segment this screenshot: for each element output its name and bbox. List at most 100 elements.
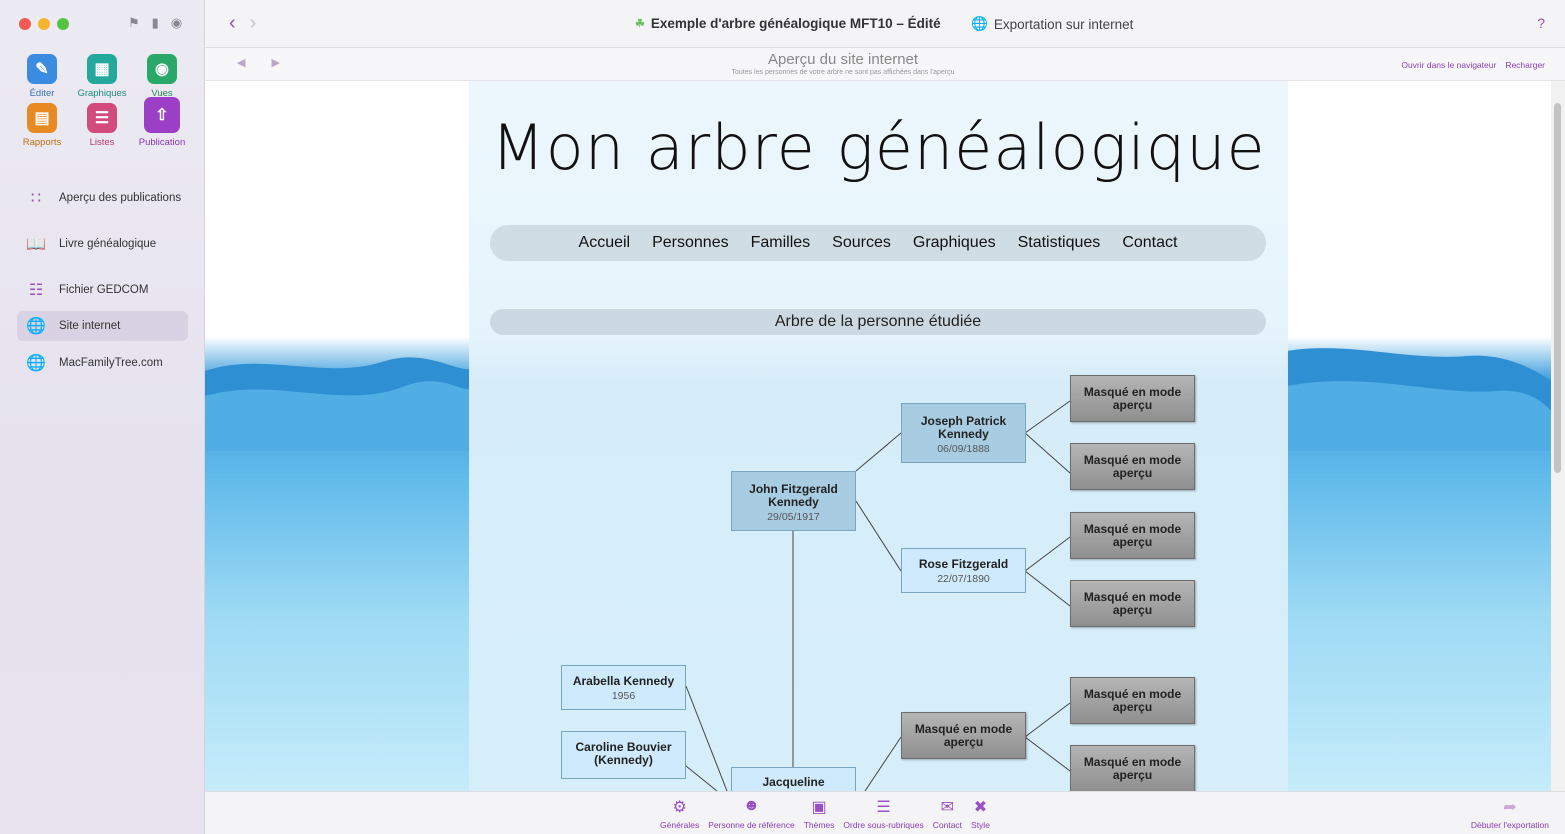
tab-label: Thèmes — [803, 820, 835, 830]
order-list-icon: ☰ — [876, 799, 891, 816]
person-date: 22/07/1890 — [937, 573, 990, 585]
tool-vues[interactable]: ◉ Vues — [132, 54, 192, 99]
hidden-person-card[interactable]: Masqué en mode aperçu — [901, 712, 1026, 759]
tab-label: Contact — [932, 820, 963, 830]
pencil-icon: ✎ — [27, 54, 57, 84]
hidden-person-card[interactable]: Masqué en mode aperçu — [1070, 512, 1195, 559]
person-name: Jacqueline — [762, 775, 825, 789]
tab-themes[interactable]: ▣ Thèmes — [804, 797, 835, 830]
bottom-toolbar: ⚙ Générales ☻ Personne de référence ▣ Th… — [205, 791, 1565, 834]
tool-publication[interactable]: ⇧ Publication — [132, 97, 192, 148]
hidden-person-card[interactable]: Masqué en mode aperçu — [1070, 677, 1195, 724]
person-card-child-caroline[interactable]: Caroline Bouvier (Kennedy) — [561, 731, 686, 779]
sidebar-item-livre-genealogique[interactable]: 📖 Livre généalogique — [17, 229, 188, 259]
tool-label: Éditer — [29, 88, 55, 99]
person-name: John Fitzgerald Kennedy — [749, 482, 838, 509]
sidebar-item-macfamilytree[interactable]: 🌐 MacFamilyTree.com — [17, 348, 188, 378]
help-button[interactable]: ? — [1537, 15, 1545, 31]
window-controls — [19, 18, 69, 30]
tab-contact[interactable]: ✉ Contact — [933, 797, 962, 830]
tab-style[interactable]: ✖ Style — [971, 797, 990, 830]
person-icon: ☻ — [743, 797, 760, 814]
sidebar-item-label: Site internet — [59, 320, 121, 332]
gedcom-file-icon: ☷ — [28, 282, 44, 299]
bookmark-icon[interactable]: ▮ — [152, 15, 159, 31]
hidden-person-card[interactable]: Masqué en mode aperçu — [1070, 375, 1195, 422]
person-date: 29/05/1917 — [767, 511, 820, 523]
tool-label: Graphiques — [77, 88, 127, 99]
globe-icon: 🌐 — [26, 355, 46, 372]
person-name: Caroline Bouvier (Kennedy) — [575, 740, 672, 767]
start-export-button[interactable]: ➦ Débuter l'exportation — [1471, 797, 1549, 830]
book-icon: 📖 — [26, 236, 46, 253]
forward-chevron-icon[interactable]: › — [250, 12, 257, 35]
grid-icon: ∷ — [30, 190, 42, 207]
hidden-person-card[interactable]: Masqué en mode aperçu — [1070, 745, 1195, 791]
gear-icon: ⚙ — [672, 799, 687, 816]
search-badge-icon[interactable]: ◉ — [171, 15, 182, 31]
tool-label: Publication — [138, 137, 186, 148]
sidebar-item-apercu-publications[interactable]: ∷ Aperçu des publications — [17, 183, 188, 213]
person-card-spouse[interactable]: Jacqueline — [731, 767, 856, 791]
water-wave-right — [1287, 348, 1551, 451]
close-window-button[interactable] — [19, 18, 31, 30]
list-icon: ☰ — [87, 103, 117, 133]
tab-personne-reference[interactable]: ☻ Personne de référence — [708, 797, 794, 830]
tool-rapports[interactable]: ▤ Rapports — [12, 103, 72, 148]
preview-scrollbar[interactable] — [1551, 81, 1565, 791]
start-export-label: Débuter l'exportation — [1470, 820, 1549, 830]
publish-icon: ⇧ — [144, 97, 180, 133]
hidden-person-card[interactable]: Masqué en mode aperçu — [1070, 580, 1195, 627]
website-preview[interactable]: Mon arbre généalogique Accueil Personnes… — [205, 81, 1551, 791]
scrollbar-thumb[interactable] — [1554, 103, 1561, 473]
settings-tabs: ⚙ Générales ☻ Personne de référence ▣ Th… — [660, 797, 990, 830]
site-content: Mon arbre généalogique Accueil Personnes… — [469, 81, 1288, 791]
person-card-mother[interactable]: Rose Fitzgerald 22/07/1890 — [901, 548, 1026, 593]
sidebar-item-fichier-gedcom[interactable]: ☷ Fichier GEDCOM — [17, 275, 188, 305]
style-tools-icon: ✖ — [973, 799, 988, 816]
person-card-child-arabella[interactable]: Arabella Kennedy 1956 — [561, 665, 686, 710]
minimize-window-button[interactable] — [38, 18, 50, 30]
person-name: Arabella Kennedy — [572, 674, 675, 688]
report-icon: ▤ — [27, 103, 57, 133]
person-date: 06/09/1888 — [937, 443, 990, 455]
window-title-text: Exemple d'arbre généalogique MFT10 – Édi… — [650, 16, 941, 31]
chart-tree-icon: ▦ — [87, 54, 117, 84]
person-card-father[interactable]: Joseph Patrick Kennedy 06/09/1888 — [901, 403, 1026, 463]
person-card-main[interactable]: John Fitzgerald Kennedy 29/05/1917 — [731, 471, 856, 531]
sidebar-item-label: Aperçu des publications — [59, 192, 182, 204]
eye-icon: ◉ — [147, 54, 177, 84]
back-chevron-icon[interactable]: ‹ — [229, 12, 236, 35]
tool-editer[interactable]: ✎ Éditer — [12, 54, 72, 99]
sidebar-top-tools: ⚑ ▮ ◉ — [128, 15, 182, 31]
tag-icon[interactable]: ⚑ — [128, 15, 140, 31]
export-indicator: 🌐 Exportation sur internet — [971, 16, 1133, 32]
tab-generales[interactable]: ⚙ Générales — [660, 797, 699, 830]
hidden-person-card[interactable]: Masqué en mode aperçu — [1070, 443, 1195, 490]
reload-button[interactable]: Recharger — [1505, 60, 1545, 70]
zoom-window-button[interactable] — [57, 18, 69, 30]
tree-document-icon: ☘ — [635, 18, 645, 30]
tab-label: Style — [971, 820, 990, 830]
tool-graphiques[interactable]: ▦ Graphiques — [72, 54, 132, 99]
preview-subtitle: Toutes les personnes de votre arbre ne s… — [731, 69, 955, 76]
history-nav: ‹ › — [229, 12, 256, 35]
theme-icon: ▣ — [811, 799, 827, 816]
share-arrow-icon: ➦ — [1503, 799, 1517, 816]
tool-label: Rapports — [22, 137, 62, 148]
tool-listes[interactable]: ☰ Listes — [72, 103, 132, 148]
sidebar: ⚑ ▮ ◉ ✎ Éditer ▦ Graphiques ◉ Vues ▤ Rap… — [0, 0, 205, 834]
person-name: Rose Fitzgerald — [918, 557, 1009, 571]
tool-label: Listes — [89, 137, 115, 148]
water-wave-left — [205, 357, 469, 451]
globe-icon: 🌐 — [26, 318, 46, 335]
open-in-browser-button[interactable]: Ouvrir dans le navigateur — [1401, 60, 1496, 70]
sidebar-item-site-internet[interactable]: 🌐 Site internet — [17, 311, 188, 341]
envelope-icon: ✉ — [940, 799, 955, 816]
tab-label: Personne de référence — [708, 820, 795, 830]
sidebar-item-label: Livre généalogique — [59, 238, 157, 250]
person-name: Joseph Patrick Kennedy — [920, 414, 1007, 441]
tab-ordre-sous-rubriques[interactable]: ☰ Ordre sous-rubriques — [843, 797, 923, 830]
preview-actions: Ouvrir dans le navigateur Recharger — [1401, 60, 1545, 70]
tab-label: Générales — [660, 820, 700, 830]
